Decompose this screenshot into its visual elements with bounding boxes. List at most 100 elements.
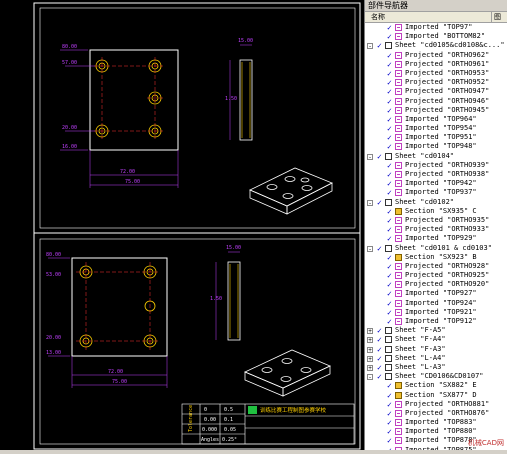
- tree-view-node[interactable]: ✓ Projected "ORTHO953": [365, 69, 507, 78]
- visibility-check-icon[interactable]: ✓: [387, 436, 392, 445]
- visibility-check-icon[interactable]: ✓: [387, 271, 392, 280]
- visibility-check-icon[interactable]: ✓: [377, 244, 382, 253]
- tree-sheet-node[interactable]: + ✓ Sheet "L-A3": [365, 363, 507, 372]
- tree-view-node[interactable]: ✓ Section "SX882" E: [365, 381, 507, 390]
- visibility-check-icon[interactable]: ✓: [377, 363, 382, 372]
- expand-icon[interactable]: +: [367, 328, 373, 335]
- expand-icon[interactable]: +: [367, 346, 373, 353]
- visibility-check-icon[interactable]: ✓: [387, 381, 392, 390]
- visibility-check-icon[interactable]: ✓: [387, 115, 392, 124]
- visibility-check-icon[interactable]: ✓: [387, 87, 392, 96]
- tree-view-node[interactable]: ✓ Imported "TOP912": [365, 317, 507, 326]
- visibility-check-icon[interactable]: ✓: [377, 326, 382, 335]
- drawing-canvas[interactable]: 72.00 75.00 80.00 57.00 20.00 16.00 1.50…: [0, 0, 364, 450]
- tree-view-node[interactable]: ✓ Imported "TOP954": [365, 124, 507, 133]
- visibility-check-icon[interactable]: ✓: [387, 289, 392, 298]
- tree-sheet-node[interactable]: - ✓ Sheet "CD0106&CD0107": [365, 372, 507, 381]
- tree-sheet-node[interactable]: - ✓ Sheet "cd0102": [365, 198, 507, 207]
- tree-view-node[interactable]: ✓ Imported "TOP942": [365, 179, 507, 188]
- tree-view-node[interactable]: ✓ Projected "ORTHO939": [365, 161, 507, 170]
- collapse-icon[interactable]: -: [367, 199, 373, 206]
- expand-icon[interactable]: +: [367, 364, 373, 371]
- tree-view-node[interactable]: ✓ Projected "ORTHO962": [365, 51, 507, 60]
- tree-view-node[interactable]: ✓ Projected "ORTHO938": [365, 170, 507, 179]
- visibility-check-icon[interactable]: ✓: [387, 391, 392, 400]
- tree-sheet-node[interactable]: - ✓ Sheet "cd0101 & cd0103": [365, 244, 507, 253]
- tree-view-node[interactable]: ✓ Projected "ORTHO945": [365, 106, 507, 115]
- tree-view-node[interactable]: ✓ Imported "TOP951": [365, 133, 507, 142]
- tree-view-node[interactable]: ✓ Imported "TOP97": [365, 23, 507, 32]
- visibility-check-icon[interactable]: ✓: [387, 225, 392, 234]
- visibility-check-icon[interactable]: ✓: [387, 51, 392, 60]
- tree-view-node[interactable]: ✓ Imported "TOP921": [365, 308, 507, 317]
- visibility-check-icon[interactable]: ✓: [387, 253, 392, 262]
- visibility-check-icon[interactable]: ✓: [387, 262, 392, 271]
- visibility-check-icon[interactable]: ✓: [387, 317, 392, 326]
- tree-view-node[interactable]: ✓ Section "SX923" B: [365, 253, 507, 262]
- tree-view-node[interactable]: ✓ Imported "TOP948": [365, 142, 507, 151]
- visibility-check-icon[interactable]: ✓: [377, 41, 382, 50]
- tree-view-node[interactable]: ✓ Projected "ORTHO933": [365, 225, 507, 234]
- visibility-check-icon[interactable]: ✓: [387, 280, 392, 289]
- tree-view-node[interactable]: ✓ Section "SX935" C: [365, 207, 507, 216]
- tree-sheet-node[interactable]: + ✓ Sheet "L-A4": [365, 354, 507, 363]
- visibility-check-icon[interactable]: ✓: [387, 234, 392, 243]
- visibility-check-icon[interactable]: ✓: [387, 170, 392, 179]
- visibility-check-icon[interactable]: ✓: [387, 409, 392, 418]
- tree-view-node[interactable]: ✓ Projected "ORTHO881": [365, 400, 507, 409]
- tree-sheet-node[interactable]: + ✓ Sheet "F-A5": [365, 326, 507, 335]
- tree-view-node[interactable]: ✓ Projected "ORTHO928": [365, 262, 507, 271]
- visibility-check-icon[interactable]: ✓: [377, 372, 382, 381]
- visibility-check-icon[interactable]: ✓: [387, 133, 392, 142]
- tree-view-node[interactable]: ✓ Projected "ORTHO946": [365, 97, 507, 106]
- visibility-check-icon[interactable]: ✓: [387, 23, 392, 32]
- visibility-check-icon[interactable]: ✓: [387, 188, 392, 197]
- tree-view-node[interactable]: ✓ Imported "TOP937": [365, 188, 507, 197]
- visibility-check-icon[interactable]: ✓: [387, 106, 392, 115]
- tree-sheet-node[interactable]: - ✓ Sheet "cd0104": [365, 152, 507, 161]
- tree-view-node[interactable]: ✓ Imported "BOTTOM82": [365, 32, 507, 41]
- tree-view-node[interactable]: ✓ Projected "ORTHO925": [365, 271, 507, 280]
- visibility-check-icon[interactable]: ✓: [377, 345, 382, 354]
- tree-view-node[interactable]: ✓ Imported "TOP883": [365, 418, 507, 427]
- visibility-check-icon[interactable]: ✓: [377, 198, 382, 207]
- collapse-icon[interactable]: -: [367, 153, 373, 160]
- visibility-check-icon[interactable]: ✓: [387, 142, 392, 151]
- expand-icon[interactable]: +: [367, 355, 373, 362]
- tree-view-node[interactable]: ✓ Imported "TOP929": [365, 234, 507, 243]
- tree-view-node[interactable]: ✓ Projected "ORTHO947": [365, 87, 507, 96]
- tree-sheet-node[interactable]: - ✓ Sheet "cd0105&cd0108&c...": [365, 41, 507, 50]
- visibility-check-icon[interactable]: ✓: [387, 446, 392, 450]
- collapse-icon[interactable]: -: [367, 43, 373, 50]
- column-extra-header[interactable]: 图: [492, 12, 507, 22]
- visibility-check-icon[interactable]: ✓: [377, 152, 382, 161]
- visibility-check-icon[interactable]: ✓: [387, 97, 392, 106]
- expand-icon[interactable]: +: [367, 337, 373, 344]
- visibility-check-icon[interactable]: ✓: [387, 69, 392, 78]
- column-name-header[interactable]: 名称: [365, 12, 492, 22]
- tree-view-node[interactable]: ✓ Imported "TOP927": [365, 289, 507, 298]
- collapse-icon[interactable]: -: [367, 374, 373, 381]
- visibility-check-icon[interactable]: ✓: [387, 299, 392, 308]
- visibility-check-icon[interactable]: ✓: [387, 60, 392, 69]
- tree-view-node[interactable]: ✓ Imported "TOP924": [365, 299, 507, 308]
- tree-view-node[interactable]: ✓ Projected "ORTHO935": [365, 216, 507, 225]
- visibility-check-icon[interactable]: ✓: [387, 216, 392, 225]
- tree-sheet-node[interactable]: + ✓ Sheet "F-A3": [365, 345, 507, 354]
- visibility-check-icon[interactable]: ✓: [387, 124, 392, 133]
- tree-view-node[interactable]: ✓ Projected "ORTHO876": [365, 409, 507, 418]
- collapse-icon[interactable]: -: [367, 245, 373, 252]
- visibility-check-icon[interactable]: ✓: [377, 335, 382, 344]
- tree-view-node[interactable]: ✓ Projected "ORTHO961": [365, 60, 507, 69]
- visibility-check-icon[interactable]: ✓: [387, 78, 392, 87]
- visibility-check-icon[interactable]: ✓: [387, 418, 392, 427]
- visibility-check-icon[interactable]: ✓: [387, 207, 392, 216]
- tree-view-node[interactable]: ✓ Projected "ORTHO920": [365, 280, 507, 289]
- visibility-check-icon[interactable]: ✓: [387, 179, 392, 188]
- visibility-check-icon[interactable]: ✓: [387, 400, 392, 409]
- visibility-check-icon[interactable]: ✓: [387, 32, 392, 41]
- tree-view-node[interactable]: ✓ Imported "TOP880": [365, 427, 507, 436]
- visibility-check-icon[interactable]: ✓: [387, 427, 392, 436]
- visibility-check-icon[interactable]: ✓: [387, 161, 392, 170]
- tree-view-node[interactable]: ✓ Imported "TOP964": [365, 115, 507, 124]
